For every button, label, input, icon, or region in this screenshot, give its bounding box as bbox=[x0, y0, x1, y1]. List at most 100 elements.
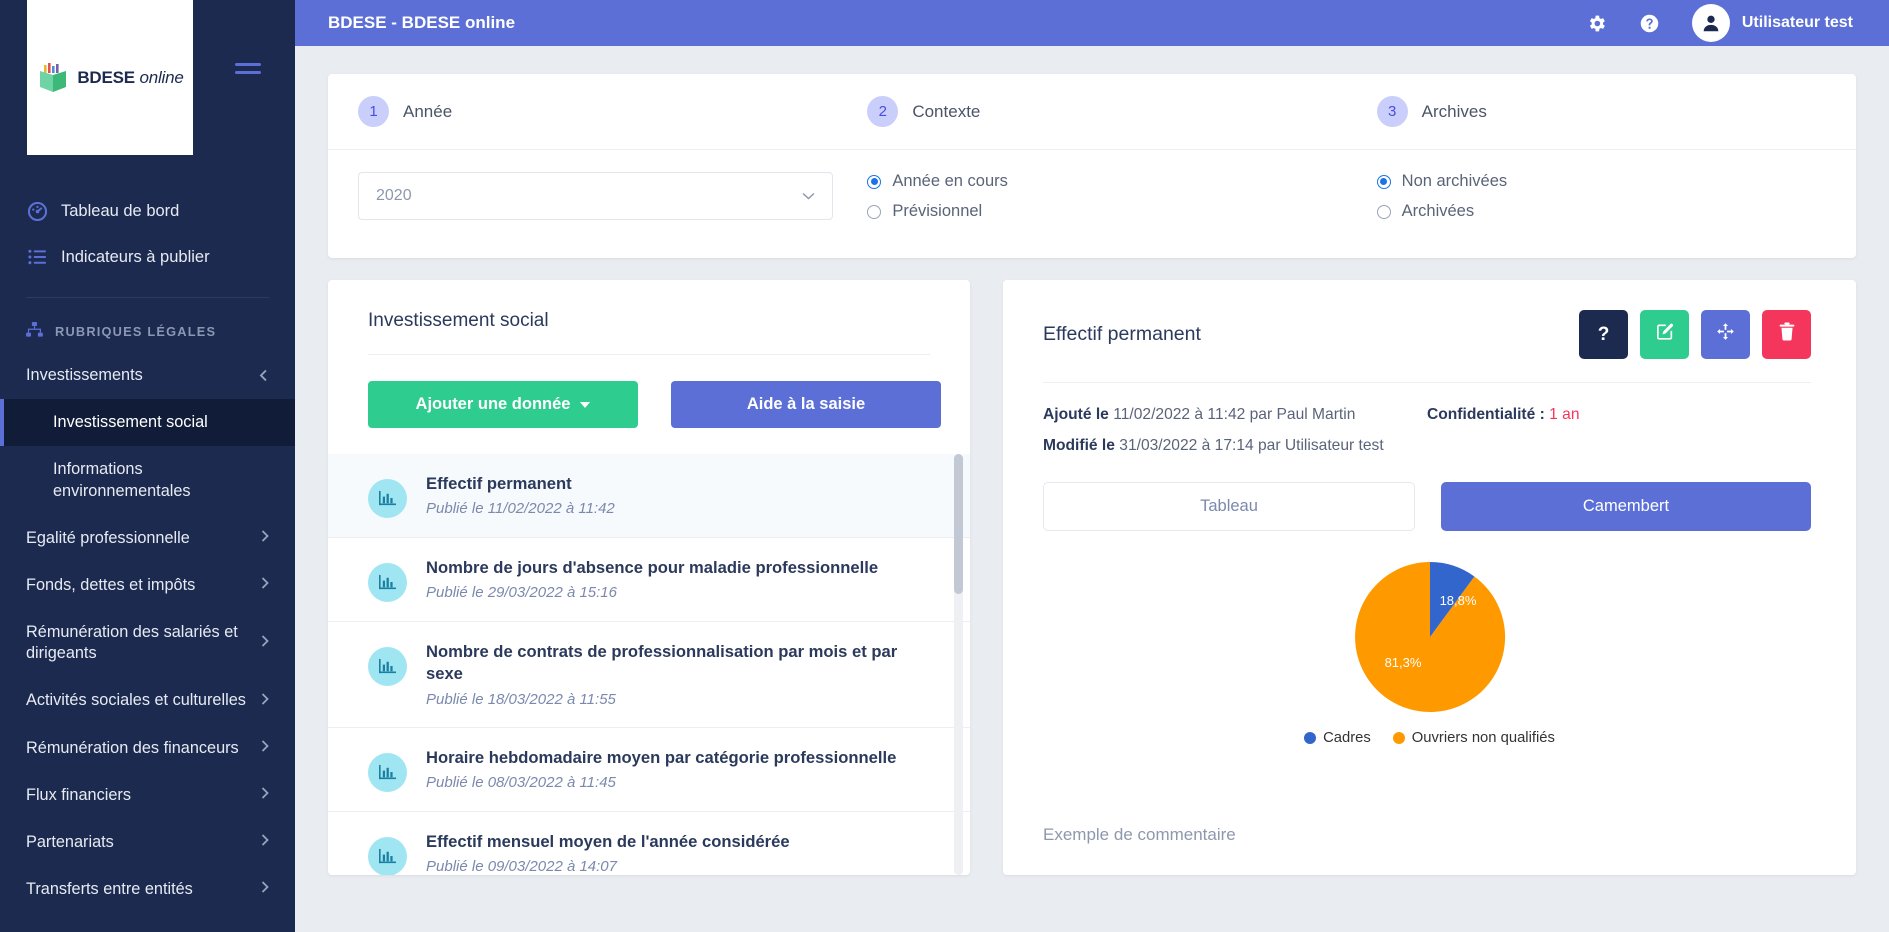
user-name: Utilisateur test bbox=[1741, 14, 1853, 31]
list-item-date: Publié le 29/03/2022 à 15:16 bbox=[426, 584, 617, 602]
sidebar-item-dashboard[interactable]: Tableau de bord bbox=[0, 188, 295, 234]
indicator-list-panel: Investissement social Ajouter une donnée… bbox=[328, 280, 970, 875]
radio-label: Non archivées bbox=[1401, 172, 1508, 190]
legend-label: Cadres bbox=[1323, 730, 1371, 746]
meta-added: Ajouté le 11/02/2022 à 11:42 par Paul Ma… bbox=[1043, 406, 1427, 424]
question-circle-icon[interactable] bbox=[1639, 13, 1660, 34]
brand-logo[interactable]: BDESE online bbox=[27, 0, 193, 155]
sidebar-subitem-informations-environnementales[interactable]: Informations environnementales bbox=[0, 446, 295, 514]
meta-dates: Ajouté le 11/02/2022 à 11:42 par Paul Ma… bbox=[1043, 406, 1427, 468]
chart-icon bbox=[368, 479, 407, 518]
chart-icon bbox=[368, 836, 407, 875]
step-contexte[interactable]: 2 Contexte bbox=[837, 74, 1346, 149]
confidentiality-value: 1 an bbox=[1549, 406, 1580, 423]
burger-line bbox=[235, 71, 261, 74]
trash-icon bbox=[1778, 322, 1796, 347]
list-item[interactable]: Nombre de contrats de professionnalisati… bbox=[328, 622, 970, 728]
sidebar-toggle-button[interactable] bbox=[235, 63, 261, 79]
meta-modified: Modifié le 31/03/2022 à 17:14 par Utilis… bbox=[1043, 437, 1427, 455]
sidebar-item-transferts-entites[interactable]: Transferts entre entités bbox=[0, 866, 295, 913]
step-number: 1 bbox=[358, 96, 389, 127]
sidebar-item-indicators[interactable]: Indicateurs à publier bbox=[0, 234, 295, 280]
list-item-date: Publié le 18/03/2022 à 11:55 bbox=[426, 690, 616, 708]
sidebar-category-header: RUBRIQUES LÉGALES bbox=[0, 298, 295, 352]
chart-icon bbox=[368, 752, 407, 792]
tab-tableau[interactable]: Tableau bbox=[1043, 482, 1415, 531]
sidebar-item-fonds-dettes-impots[interactable]: Fonds, dettes et impôts bbox=[0, 562, 295, 609]
step-label: Archives bbox=[1421, 101, 1487, 121]
sidebar-item-egalite-professionnelle[interactable]: Egalité professionnelle bbox=[0, 515, 295, 562]
help-input-button[interactable]: Aide à la saisie bbox=[671, 381, 941, 428]
step-annee[interactable]: 1 Année bbox=[328, 74, 837, 149]
archives-column: Non archivées Archivées bbox=[1347, 172, 1856, 232]
chart-icon bbox=[368, 563, 407, 602]
radio-indicator bbox=[867, 174, 882, 189]
chevron-right-icon bbox=[261, 577, 269, 594]
user-menu[interactable]: Utilisateur test bbox=[1691, 4, 1853, 42]
edit-button[interactable] bbox=[1640, 310, 1689, 359]
tab-camembert[interactable]: Camembert bbox=[1441, 482, 1811, 531]
indicator-list-scroll: Effectif permanent Publié le 11/02/2022 … bbox=[328, 454, 970, 875]
sidebar-item-flux-financiers[interactable]: Flux financiers bbox=[0, 772, 295, 819]
list-item[interactable]: Effectif permanent Publié le 11/02/2022 … bbox=[328, 454, 970, 538]
chevron-right-icon bbox=[261, 834, 269, 851]
radio-archivees[interactable]: Archivées bbox=[1376, 202, 1856, 221]
scrollbar-thumb[interactable] bbox=[954, 454, 963, 594]
sidebar-subitem-label: Investissement social bbox=[53, 413, 208, 432]
panels-row: Investissement social Ajouter une donnée… bbox=[328, 280, 1856, 875]
step-number: 2 bbox=[867, 96, 899, 127]
sidebar-item-label: Transferts entre entités bbox=[26, 880, 193, 899]
detail-meta: Ajouté le 11/02/2022 à 11:42 par Paul Ma… bbox=[1003, 383, 1856, 468]
sidebar-subitem-investissement-social[interactable]: Investissement social bbox=[0, 399, 295, 447]
delete-button[interactable] bbox=[1762, 310, 1811, 359]
add-data-button[interactable]: Ajouter une donnée bbox=[368, 381, 638, 428]
help-button[interactable]: ? bbox=[1579, 310, 1628, 359]
main-area: BDESE - BDESE online Utilisateur test 1 … bbox=[295, 0, 1889, 932]
list-item-title: Horaire hebdomadaire moyen par catégorie… bbox=[426, 747, 897, 767]
pie-chart: 18,8% 81,3% Cadres Ouvriers non qualifié… bbox=[1003, 531, 1856, 825]
sidebar-item-label: Indicateurs à publier bbox=[61, 247, 210, 266]
move-button[interactable] bbox=[1701, 310, 1750, 359]
help-input-label: Aide à la saisie bbox=[746, 395, 866, 413]
sidebar-item-label: Investissements bbox=[26, 366, 143, 384]
sidebar-item-remuneration-financeurs[interactable]: Rémunération des financeurs bbox=[0, 725, 295, 772]
list-item[interactable]: Effectif mensuel moyen de l'année consid… bbox=[328, 812, 970, 875]
avatar bbox=[1691, 4, 1730, 42]
sidebar-item-remuneration-salaries[interactable]: Rémunération des salariés et dirigeants bbox=[0, 609, 295, 677]
filters-card: 1 Année 2 Contexte 3 Archives 2020 Année… bbox=[328, 74, 1856, 258]
app-root: BDESE online Tableau de bord Indicateurs… bbox=[0, 0, 1889, 932]
gear-icon[interactable] bbox=[1586, 13, 1607, 34]
top-bar: BDESE - BDESE online Utilisateur test bbox=[295, 0, 1889, 46]
steps-body: 2020 Année en cours Prévisionnel Non arc… bbox=[328, 150, 1856, 258]
sidebar-item-partenariats[interactable]: Partenariats bbox=[0, 819, 295, 866]
radio-indicator bbox=[1376, 174, 1391, 189]
sidebar-item-investissements[interactable]: Investissements bbox=[0, 352, 295, 399]
question-mark-icon: ? bbox=[1597, 323, 1610, 345]
chart-icon bbox=[368, 647, 407, 686]
list-item-date: Publié le 11/02/2022 à 11:42 bbox=[426, 500, 615, 518]
list-scrollbar[interactable] bbox=[954, 454, 963, 875]
meta-confidentiality: Confidentialité : 1 an bbox=[1427, 406, 1811, 468]
year-select[interactable]: 2020 bbox=[358, 172, 833, 220]
radio-label: Archivées bbox=[1401, 202, 1475, 220]
pie-legend: Cadres Ouvriers non qualifiés bbox=[1304, 730, 1555, 746]
detail-header: Effectif permanent ? bbox=[1003, 280, 1856, 359]
sidebar-item-label: Fonds, dettes et impôts bbox=[26, 575, 196, 594]
radio-indicator bbox=[1376, 204, 1391, 219]
list-item-date: Publié le 09/03/2022 à 14:07 bbox=[426, 858, 617, 875]
radio-previsionnel[interactable]: Prévisionnel bbox=[867, 202, 1346, 221]
chevron-right-icon bbox=[261, 530, 269, 547]
chevron-down-icon bbox=[802, 187, 815, 205]
logo-text-italic: online bbox=[139, 67, 184, 87]
pie-label-ouvriers: 81,3% bbox=[1384, 655, 1421, 670]
radio-annee-en-cours[interactable]: Année en cours bbox=[867, 172, 1346, 191]
sidebar-item-activites-sociales[interactable]: Activités sociales et culturelles bbox=[0, 677, 295, 724]
list-item[interactable]: Nombre de jours d'absence pour maladie p… bbox=[328, 538, 970, 622]
radio-non-archivees[interactable]: Non archivées bbox=[1376, 172, 1856, 191]
year-select-value: 2020 bbox=[376, 187, 412, 204]
bdese-logo-icon bbox=[36, 61, 70, 95]
list-item[interactable]: Horaire hebdomadaire moyen par catégorie… bbox=[328, 728, 970, 812]
step-archives[interactable]: 3 Archives bbox=[1347, 74, 1856, 149]
legend-swatch bbox=[1304, 732, 1317, 744]
radio-label: Année en cours bbox=[892, 172, 1008, 190]
